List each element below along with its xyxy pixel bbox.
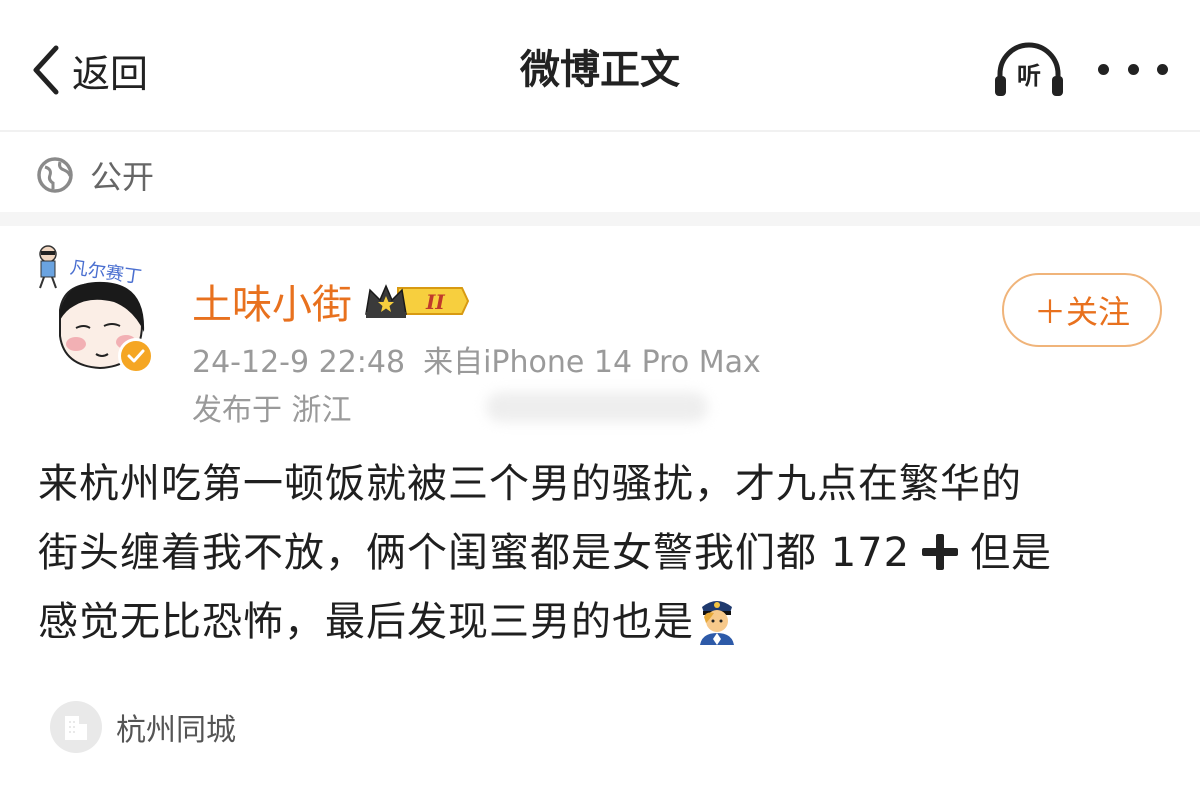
blurred-text [486,392,708,422]
follow-button[interactable]: ＋关注 [1002,273,1162,347]
post-meta: 24-12-9 22:48 来自iPhone 14 Pro Max [192,337,761,381]
top-nav-bar: 返回 微博正文 听 [0,0,1200,132]
visibility-indicator: 公开 [36,150,154,200]
more-dot [1127,63,1139,75]
post-timestamp: 24-12-9 22:48 [192,345,406,380]
post-text-segment: 感觉无比恐怖，最后发现三男的也是 [38,599,694,645]
listen-button[interactable]: 听 [992,42,1066,100]
more-dot [1098,63,1109,75]
checkmark-icon [127,349,145,363]
post-text-segment: 但是 [970,530,1053,576]
police-officer-emoji [700,601,734,645]
topic-chip[interactable]: 杭州同城 [50,700,236,754]
building-icon [50,701,102,753]
post-source: 来自iPhone 14 Pro Max [423,345,761,380]
post-text-line: 来杭州吃第一顿饭就被三个男的骚扰，才九点在繁华的 [38,461,1022,507]
visibility-label: 公开 [90,158,155,196]
heavy-plus-icon [922,534,959,570]
crown-badge-icon: II [365,284,470,318]
more-dot [1157,63,1168,75]
post-text-segment: 街头缠着我不放，俩个闺蜜都是女警我们都 172 [38,530,911,576]
verified-badge-icon [118,338,154,374]
post-text-line: 街头缠着我不放，俩个闺蜜都是女警我们都 172 但是 [38,519,1168,588]
post-text-line: 感觉无比恐怖，最后发现三男的也是 [38,588,1168,657]
post-location: 发布于 浙江 [192,393,352,428]
globe-icon [37,157,73,193]
author-name[interactable]: 土味小街 [192,272,352,330]
post-body: 来杭州吃第一顿饭就被三个男的骚扰，才九点在繁华的 街头缠着我不放，俩个闺蜜都是女… [38,450,1168,657]
more-options-button[interactable] [1098,54,1168,84]
section-divider [0,212,1200,226]
weibo-post-page: 返回 微博正文 听 公开 凡尔赛丁 土味小街 II 24-12-9 22:48 … [0,0,1200,800]
badge-level: II [425,290,445,314]
listen-label: 听 [1017,62,1041,90]
topic-label: 杭州同城 [116,713,236,748]
